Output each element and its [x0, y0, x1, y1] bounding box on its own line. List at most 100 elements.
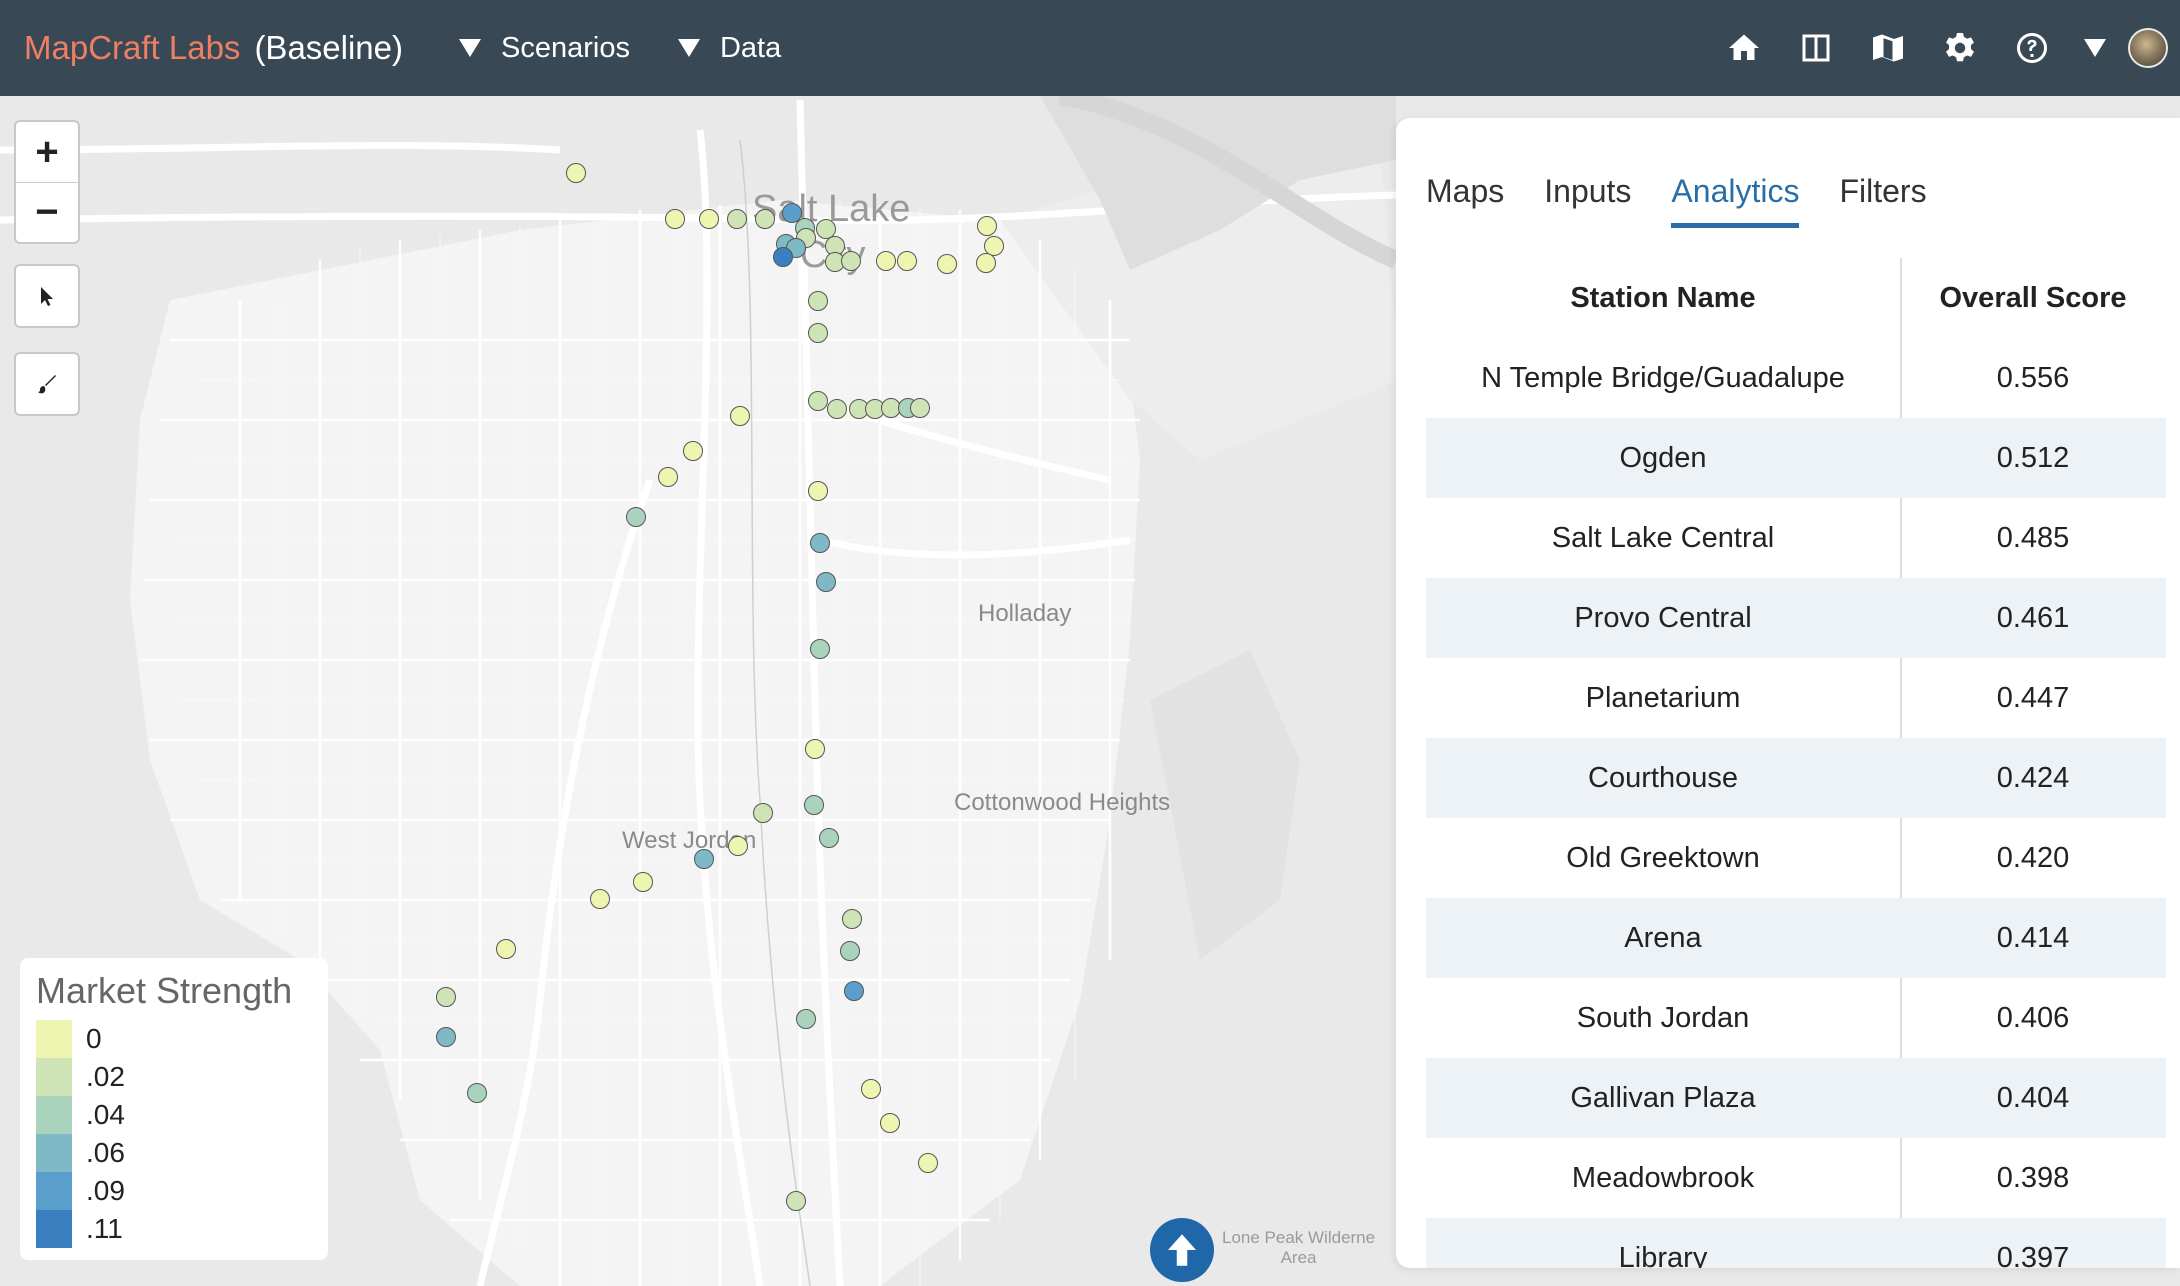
station-marker[interactable]: [841, 251, 861, 271]
station-marker[interactable]: [436, 1027, 456, 1047]
station-marker[interactable]: [844, 981, 864, 1001]
north-arrow-icon[interactable]: [1150, 1218, 1214, 1282]
help-icon[interactable]: [2012, 28, 2052, 68]
brush-icon: [38, 375, 56, 394]
station-marker[interactable]: [827, 399, 847, 419]
table-row[interactable]: Arena 0.414: [1426, 898, 2166, 978]
legend-swatch: [36, 1134, 72, 1172]
tab-filters[interactable]: Filters: [1839, 173, 1926, 228]
overall-score-cell: 0.414: [1996, 921, 2070, 954]
select-tool-button[interactable]: [14, 264, 80, 328]
tab-analytics[interactable]: Analytics: [1671, 173, 1800, 228]
legend-item: .04: [36, 1096, 312, 1134]
station-marker[interactable]: [840, 941, 860, 961]
station-marker[interactable]: [808, 391, 828, 411]
legend-item: .11: [36, 1210, 312, 1248]
station-marker[interactable]: [436, 987, 456, 1007]
station-marker[interactable]: [810, 639, 830, 659]
station-name-cell: Meadowbrook: [1571, 1161, 1755, 1194]
station-marker[interactable]: [665, 209, 685, 229]
overall-score-cell: 0.397: [1996, 1241, 2070, 1269]
station-marker[interactable]: [727, 209, 747, 229]
station-marker[interactable]: [805, 739, 825, 759]
legend-label: .11: [86, 1213, 123, 1244]
overall-score-cell: 0.404: [1996, 1081, 2070, 1114]
station-marker[interactable]: [773, 247, 793, 267]
station-marker[interactable]: [808, 481, 828, 501]
table-row[interactable]: Planetarium 0.447: [1426, 658, 2166, 738]
station-marker[interactable]: [819, 828, 839, 848]
station-marker[interactable]: [918, 1153, 938, 1173]
place-label-lone-peak-line2: Area: [1280, 1248, 1317, 1267]
station-marker[interactable]: [808, 291, 828, 311]
station-marker[interactable]: [842, 909, 862, 929]
tab-inputs[interactable]: Inputs: [1544, 173, 1631, 228]
station-marker[interactable]: [728, 836, 748, 856]
table-row[interactable]: Old Greektown 0.420: [1426, 818, 2166, 898]
user-menu-caret-icon[interactable]: [2084, 39, 2106, 57]
home-icon[interactable]: [1724, 28, 1764, 68]
column-header-station-name[interactable]: Station Name: [1426, 282, 1900, 315]
table-row[interactable]: N Temple Bridge/Guadalupe 0.556: [1426, 338, 2166, 418]
data-menu[interactable]: Data: [677, 32, 781, 65]
table-row[interactable]: Salt Lake Central 0.485: [1426, 498, 2166, 578]
station-marker[interactable]: [633, 872, 653, 892]
zoom-out-button[interactable]: −: [16, 182, 78, 242]
station-marker[interactable]: [810, 533, 830, 553]
station-marker[interactable]: [755, 209, 775, 229]
station-marker[interactable]: [566, 163, 586, 183]
table-row[interactable]: Library 0.397: [1426, 1218, 2166, 1268]
station-marker[interactable]: [658, 467, 678, 487]
station-name-cell: South Jordan: [1576, 1001, 1750, 1034]
table-row[interactable]: Gallivan Plaza 0.404: [1426, 1058, 2166, 1138]
legend-label: .04: [86, 1099, 125, 1130]
table-row[interactable]: South Jordan 0.406: [1426, 978, 2166, 1058]
station-marker[interactable]: [683, 441, 703, 461]
station-marker[interactable]: [861, 1079, 881, 1099]
station-marker[interactable]: [880, 1113, 900, 1133]
legend-items: 0 .02 .04 .06 .09 .11: [36, 1020, 312, 1248]
tab-maps[interactable]: Maps: [1426, 173, 1504, 228]
table-row[interactable]: Meadowbrook 0.398: [1426, 1138, 2166, 1218]
station-marker[interactable]: [730, 406, 750, 426]
avatar[interactable]: [2128, 28, 2168, 68]
station-marker[interactable]: [876, 251, 896, 271]
scenarios-menu-label: Scenarios: [501, 31, 630, 64]
station-marker[interactable]: [626, 507, 646, 527]
station-marker[interactable]: [694, 849, 714, 869]
station-marker[interactable]: [804, 795, 824, 815]
station-marker[interactable]: [808, 323, 828, 343]
column-header-overall-score[interactable]: Overall Score: [1900, 282, 2166, 315]
station-name-cell: Library: [1618, 1241, 1708, 1269]
station-marker[interactable]: [467, 1083, 487, 1103]
station-marker[interactable]: [699, 209, 719, 229]
legend-label: .09: [86, 1175, 125, 1206]
station-marker[interactable]: [897, 251, 917, 271]
station-marker[interactable]: [910, 398, 930, 418]
table-row[interactable]: Ogden 0.512: [1426, 418, 2166, 498]
station-marker[interactable]: [753, 803, 773, 823]
station-marker[interactable]: [977, 216, 997, 236]
station-marker[interactable]: [976, 253, 996, 273]
station-marker[interactable]: [496, 939, 516, 959]
brand-title[interactable]: MapCraft Labs: [24, 29, 240, 67]
station-marker[interactable]: [786, 1191, 806, 1211]
gear-icon[interactable]: [1940, 28, 1980, 68]
legend-swatch: [36, 1210, 72, 1248]
station-marker[interactable]: [796, 1009, 816, 1029]
split-view-icon[interactable]: [1796, 28, 1836, 68]
caret-down-icon: [459, 39, 482, 57]
station-marker[interactable]: [816, 572, 836, 592]
scenarios-menu[interactable]: Scenarios: [459, 32, 630, 65]
station-marker[interactable]: [937, 254, 957, 274]
caret-down-icon: [677, 39, 700, 57]
brush-tool-button[interactable]: [14, 352, 80, 416]
table-row[interactable]: Courthouse 0.424: [1426, 738, 2166, 818]
place-label-holladay: Holladay: [978, 600, 1072, 627]
table-row[interactable]: Provo Central 0.461: [1426, 578, 2166, 658]
map-icon[interactable]: [1868, 28, 1908, 68]
station-name-cell: Planetarium: [1585, 681, 1741, 714]
station-marker[interactable]: [590, 889, 610, 909]
zoom-in-button[interactable]: +: [16, 122, 78, 182]
station-name-cell: Arena: [1624, 921, 1702, 954]
